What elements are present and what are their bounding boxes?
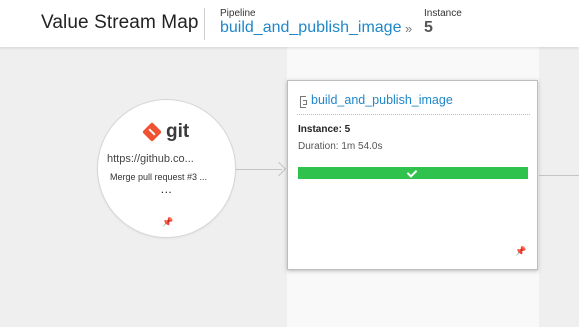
vsm-header: Value Stream Map Pipeline build_and_publ… xyxy=(0,0,579,47)
material-commit-message: Merge pull request #3 ... xyxy=(110,172,208,182)
page-title: Value Stream Map xyxy=(41,12,199,33)
breadcrumb-separator: » xyxy=(405,21,413,36)
header-divider xyxy=(204,8,205,40)
card-header: build_and_publish_image xyxy=(298,93,528,109)
stage-status-bar[interactable] xyxy=(298,167,528,179)
card-duration: Duration: 1m 54.0s xyxy=(298,141,383,152)
connector-line xyxy=(539,175,579,176)
pin-icon[interactable]: 📌 xyxy=(162,217,173,228)
more-modifications-button[interactable]: ... xyxy=(98,182,235,196)
connector-arrow-icon xyxy=(271,161,287,177)
git-logo-text: git xyxy=(166,121,190,142)
instance-value: 5 xyxy=(424,19,433,36)
pin-icon[interactable]: 📌 xyxy=(515,246,526,257)
card-instance: Instance: 5 xyxy=(298,124,351,135)
material-node-git[interactable]: git https://github.co... Merge pull requ… xyxy=(97,99,236,238)
card-divider xyxy=(297,114,530,115)
material-url: https://github.co... xyxy=(107,153,194,165)
pipeline-label: Pipeline xyxy=(220,8,256,19)
pipeline-card: build_and_publish_image Instance: 5 Dura… xyxy=(287,80,538,270)
instance-label: Instance xyxy=(424,8,462,19)
pipeline-card-title-link[interactable]: build_and_publish_image xyxy=(311,93,453,107)
pipeline-name-link[interactable]: build_and_publish_image xyxy=(220,19,401,37)
check-icon xyxy=(406,167,418,178)
vsm-canvas[interactable]: git https://github.co... Merge pull requ… xyxy=(0,47,579,327)
pipeline-icon xyxy=(300,96,307,108)
git-logo: git xyxy=(142,122,189,142)
git-icon xyxy=(142,122,162,142)
